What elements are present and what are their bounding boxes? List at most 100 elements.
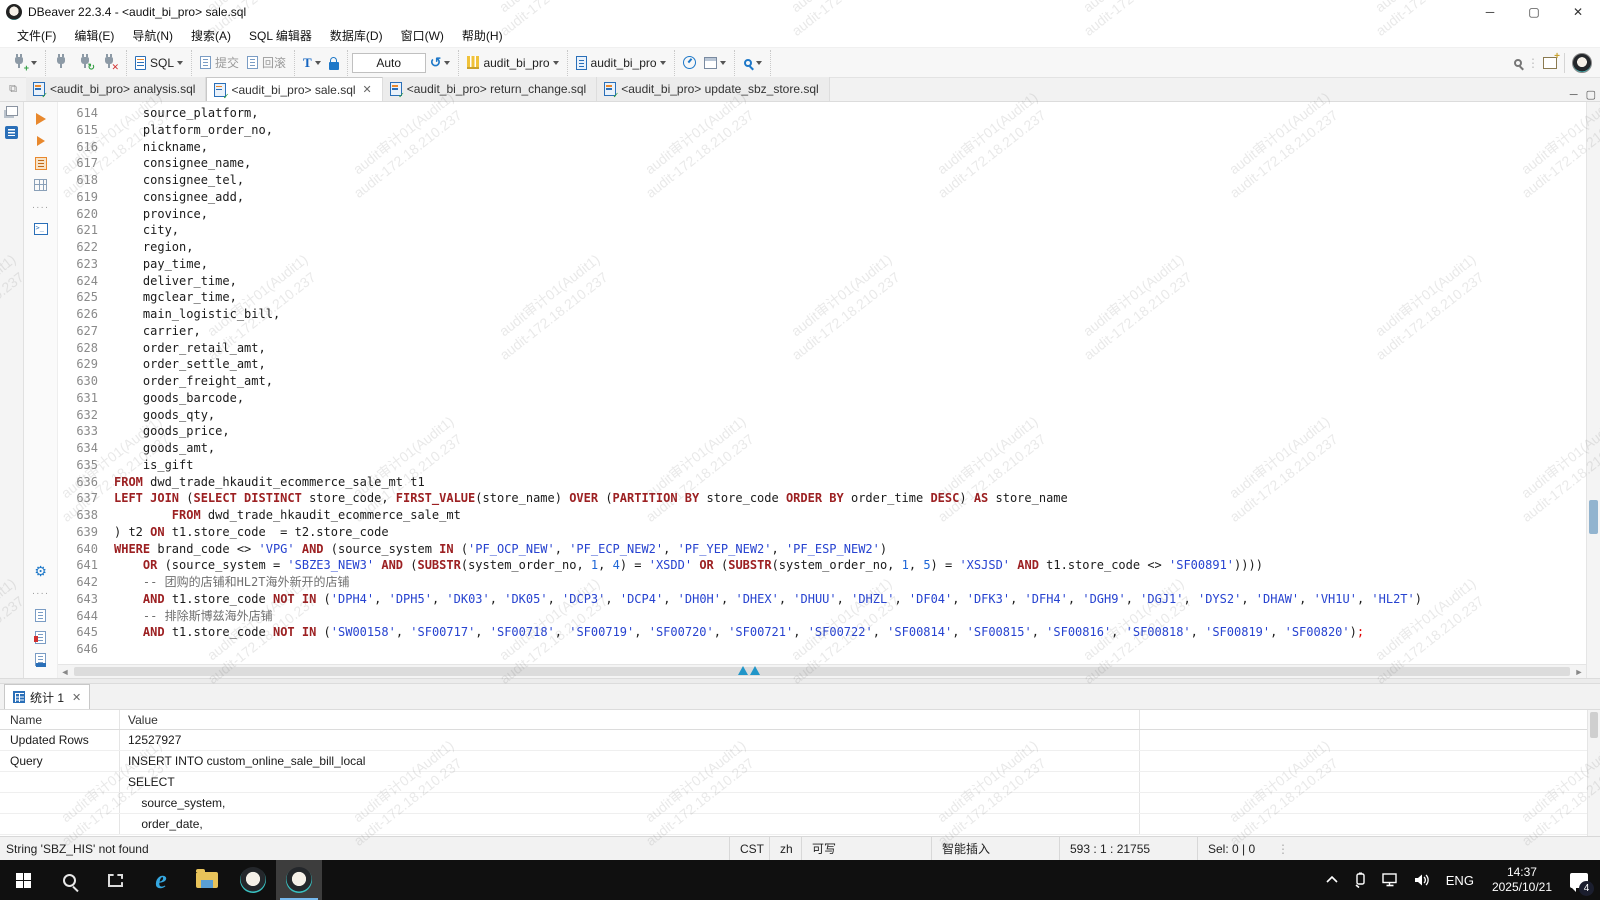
code-line-619[interactable]: 619 consignee_add, xyxy=(58,189,1586,206)
stats-row-4[interactable]: order_date, xyxy=(0,814,1600,835)
task-board-button[interactable] xyxy=(701,55,729,71)
code-line-644[interactable]: 644 -- 排除斯博兹海外店铺 xyxy=(58,608,1586,625)
minimize-editor-icon[interactable]: ─ xyxy=(1570,89,1578,101)
code-line-643[interactable]: 643 AND t1.store_code NOT IN ('DPH4', 'D… xyxy=(58,591,1586,608)
code-line-642[interactable]: 642 -- 团购的店铺和HL2T海外新开的店铺 xyxy=(58,574,1586,591)
code-line-631[interactable]: 631 goods_barcode, xyxy=(58,390,1586,407)
execute-new-tab-button[interactable] xyxy=(24,130,57,152)
editor-tab-3[interactable]: <audit_bi_pro> update_sbz_store.sql xyxy=(597,77,829,101)
language-indicator[interactable]: ENG xyxy=(1438,860,1482,900)
usb-tray-icon[interactable] xyxy=(1346,860,1374,900)
open-console-button[interactable]: >_ xyxy=(24,218,57,240)
rollback-button[interactable]: 回滚 xyxy=(244,52,289,73)
menu-item-0[interactable]: 文件(F) xyxy=(8,24,65,47)
code-line-625[interactable]: 625 mgclear_time, xyxy=(58,289,1586,306)
tray-chevron-up-icon[interactable] xyxy=(1318,860,1346,900)
status-locale[interactable]: zh xyxy=(769,837,801,860)
database-navigator-icon[interactable] xyxy=(5,126,18,139)
tab-statistics[interactable]: 统计 1 ✕ xyxy=(4,684,90,709)
code-line-627[interactable]: 627 carrier, xyxy=(58,323,1586,340)
delete-script-button[interactable] xyxy=(24,626,57,648)
network-tray-icon[interactable] xyxy=(1374,860,1406,900)
code-line-636[interactable]: 636FROM dwd_trade_hkaudit_ecommerce_sale… xyxy=(58,474,1586,491)
menu-item-2[interactable]: 导航(N) xyxy=(123,24,182,47)
menu-item-3[interactable]: 搜索(A) xyxy=(182,24,240,47)
dbeaver-perspective-button[interactable] xyxy=(1569,51,1595,75)
code-line-633[interactable]: 633 goods_price, xyxy=(58,423,1586,440)
code-line-622[interactable]: 622 region, xyxy=(58,239,1586,256)
dbeaver-taskbar-button[interactable] xyxy=(230,860,276,900)
action-center-button[interactable]: 4 xyxy=(1562,860,1600,900)
code-line-641[interactable]: 641 OR (source_system = 'SBZE3_NEW3' AND… xyxy=(58,557,1586,574)
code-line-640[interactable]: 640WHERE brand_code <> 'VPG' AND (source… xyxy=(58,541,1586,558)
lock-button[interactable] xyxy=(326,54,342,72)
sql-editor-button[interactable]: SQL xyxy=(132,54,186,72)
dashboard-button[interactable] xyxy=(680,54,699,71)
close-icon[interactable]: ✕ xyxy=(363,83,372,96)
code-line-629[interactable]: 629 order_settle_amt, xyxy=(58,356,1586,373)
stats-row-1[interactable]: QueryINSERT INTO custom_online_sale_bill… xyxy=(0,751,1600,772)
code-line-630[interactable]: 630 order_freight_amt, xyxy=(58,373,1586,390)
code-line-616[interactable]: 616 nickname, xyxy=(58,139,1586,156)
stats-row-0[interactable]: Updated Rows12527927 xyxy=(0,730,1600,751)
menu-item-7[interactable]: 帮助(H) xyxy=(453,24,512,47)
execute-statement-button[interactable] xyxy=(24,108,57,130)
stats-col-name[interactable]: Name xyxy=(0,710,120,729)
taskbar-search-button[interactable] xyxy=(46,860,92,900)
commit-mode-combo[interactable]: Auto xyxy=(352,53,426,73)
stats-row-3[interactable]: source_system, xyxy=(0,793,1600,814)
editor-tab-0[interactable]: <audit_bi_pro> analysis.sql xyxy=(26,77,206,101)
maximize-editor-icon[interactable]: ▢ xyxy=(1586,88,1596,101)
menu-item-1[interactable]: 编辑(E) xyxy=(65,24,123,47)
code-line-621[interactable]: 621 city, xyxy=(58,222,1586,239)
code-line-645[interactable]: 645 AND t1.store_code NOT IN ('SW00158',… xyxy=(58,624,1586,641)
stats-col-value[interactable]: Value xyxy=(120,710,1140,729)
file-explorer-button[interactable] xyxy=(184,860,230,900)
stats-row-2[interactable]: SELECT xyxy=(0,772,1600,793)
status-timezone[interactable]: CST xyxy=(729,837,769,860)
execute-script-button[interactable] xyxy=(24,152,57,174)
save-script-button[interactable] xyxy=(24,604,57,626)
restore-panel-icon[interactable]: ⧉ xyxy=(0,77,26,101)
code-line-634[interactable]: 634 goods_amt, xyxy=(58,440,1586,457)
dbeaver-taskbar-button-active[interactable] xyxy=(276,860,322,900)
code-line-639[interactable]: 639) t2 ON t1.store_code = t2.store_code xyxy=(58,524,1586,541)
menu-item-5[interactable]: 数据库(D) xyxy=(321,24,392,47)
transaction-history-button[interactable]: ↺ xyxy=(427,52,454,73)
code-line-618[interactable]: 618 consignee_tel, xyxy=(58,172,1586,189)
status-insert-mode[interactable]: 智能插入 xyxy=(931,837,1059,860)
task-view-button[interactable] xyxy=(92,860,138,900)
commit-button[interactable]: 提交 xyxy=(197,52,242,73)
taskbar-clock[interactable]: 14:37 2025/10/21 xyxy=(1482,860,1562,900)
horizontal-scrollbar[interactable]: ◄ ► xyxy=(58,664,1586,678)
code-line-624[interactable]: 624 deliver_time, xyxy=(58,273,1586,290)
vertical-scrollbar[interactable] xyxy=(1586,102,1600,678)
code-line-632[interactable]: 632 goods_qty, xyxy=(58,407,1586,424)
status-write-mode[interactable]: 可写 xyxy=(801,837,931,860)
scroll-left-arrow[interactable]: ◄ xyxy=(58,667,72,677)
maximize-button[interactable]: ▢ xyxy=(1512,0,1556,24)
start-button[interactable] xyxy=(0,860,46,900)
minimize-button[interactable]: ─ xyxy=(1468,0,1512,24)
code-line-635[interactable]: 635 is_gift xyxy=(58,457,1586,474)
sql-code-view[interactable]: 614 source_platform,615 platform_order_n… xyxy=(58,102,1586,664)
close-icon[interactable]: ✕ xyxy=(72,691,81,704)
new-connection-button[interactable] xyxy=(9,53,40,73)
horizontal-scroll-thumb[interactable] xyxy=(74,667,1570,676)
transaction-log-button[interactable]: T xyxy=(300,53,324,73)
status-selection-info[interactable]: Sel: 0 | 0 xyxy=(1197,837,1273,860)
reconnect-button[interactable] xyxy=(75,53,97,73)
editor-tab-1[interactable]: <audit_bi_pro> sale.sql✕ xyxy=(206,77,382,101)
script-output-button[interactable] xyxy=(24,648,57,670)
editor-tab-2[interactable]: <audit_bi_pro> return_change.sql xyxy=(383,77,597,101)
internet-explorer-button[interactable]: e xyxy=(138,860,184,900)
code-line-628[interactable]: 628 order_retail_amt, xyxy=(58,340,1586,357)
code-line-617[interactable]: 617 consignee_name, xyxy=(58,155,1586,172)
code-line-615[interactable]: 615 platform_order_no, xyxy=(58,122,1586,139)
open-perspective-button[interactable] xyxy=(1540,55,1560,71)
connect-button[interactable] xyxy=(51,53,73,73)
code-line-638[interactable]: 638 FROM dwd_trade_hkaudit_ecommerce_sal… xyxy=(58,507,1586,524)
editor-settings-button[interactable]: ⚙ xyxy=(24,560,57,582)
vertical-scroll-thumb[interactable] xyxy=(1589,500,1598,534)
close-button[interactable]: ✕ xyxy=(1556,0,1600,24)
